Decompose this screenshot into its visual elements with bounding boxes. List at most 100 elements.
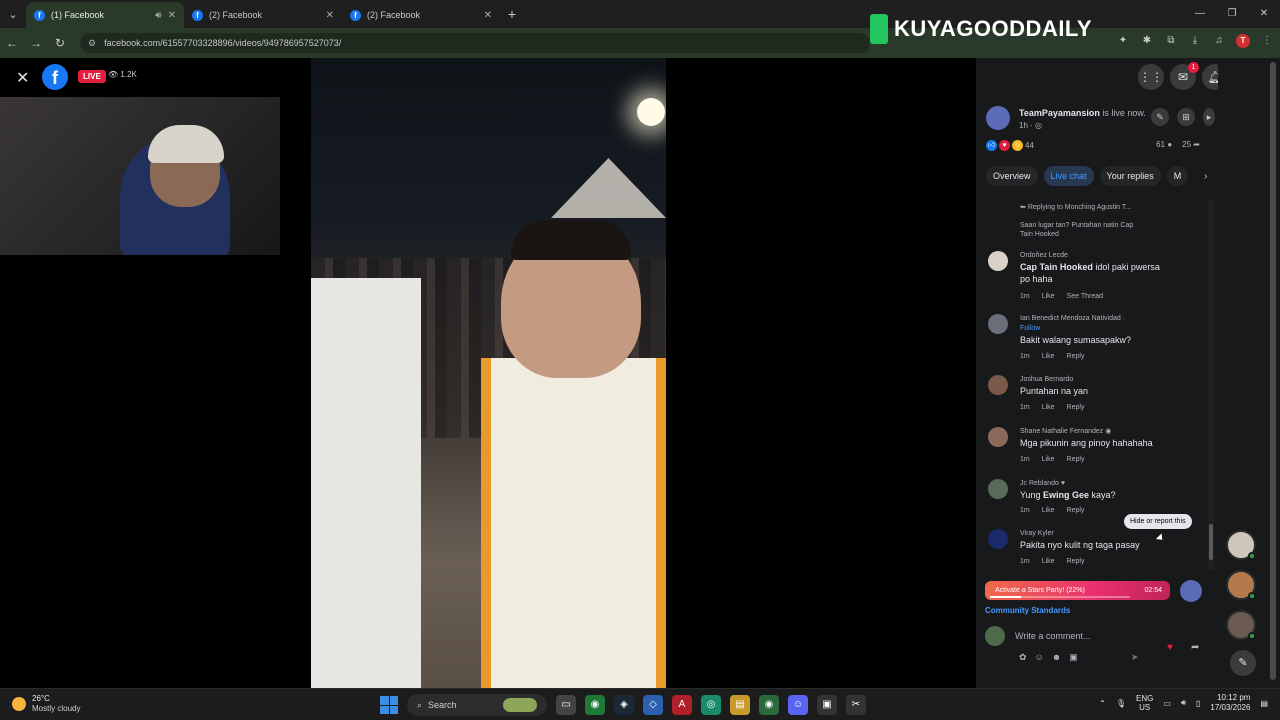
discord-icon[interactable]: ☺ <box>788 695 808 715</box>
commenter-name[interactable]: Viray Kyler <box>1020 530 1054 537</box>
contact-avatar[interactable] <box>1226 530 1256 560</box>
close-window-button[interactable]: ✕ <box>1248 0 1280 28</box>
app-icon[interactable]: ◎ <box>701 695 721 715</box>
commenter-name-text[interactable]: Shane Nathalie Fernandez <box>1020 428 1103 435</box>
commenter-name[interactable]: Ian Benedict Mendoza Natividad · <box>1020 315 1125 322</box>
taskbar-search[interactable]: ⌕ Search <box>407 694 547 716</box>
reply-link[interactable]: Reply <box>1067 507 1085 514</box>
close-icon[interactable]: ✕ <box>16 68 29 88</box>
file-explorer-icon[interactable]: ▤ <box>730 695 750 715</box>
close-tab-icon[interactable]: ✕ <box>168 10 176 21</box>
maximize-button[interactable]: ❐ <box>1216 0 1248 28</box>
comment-input[interactable]: Write a comment... <box>1015 626 1165 646</box>
commenter-name[interactable]: Joshua Bernardo <box>1020 376 1073 383</box>
browser-menu-icon[interactable]: ⋮ <box>1260 34 1274 48</box>
capcut-icon[interactable]: ✂ <box>846 695 866 715</box>
new-message-icon[interactable]: ✎ <box>1230 650 1256 676</box>
stars-heart-icon[interactable]: ♥ <box>1167 642 1173 653</box>
like-link[interactable]: Like <box>1042 507 1055 514</box>
send-icon[interactable]: ➤ <box>1131 652 1139 663</box>
clock[interactable]: 10:12 pm 17/03/2026 <box>1210 693 1250 713</box>
my-avatar[interactable] <box>985 626 1005 646</box>
reply-link[interactable]: Reply <box>1067 558 1085 565</box>
browser-tab-2[interactable]: f (2) Facebook ✕ <box>184 2 342 28</box>
new-tab-button[interactable]: + <box>500 6 524 22</box>
extensions-puzzle-icon[interactable]: ⧉ <box>1164 34 1178 48</box>
chrome-active-icon[interactable]: ◉ <box>759 695 779 715</box>
chevron-right-icon[interactable]: › <box>1204 171 1207 182</box>
commenter-name[interactable]: Ordoñez Lecde <box>1020 252 1068 259</box>
contact-avatar[interactable] <box>1226 610 1256 640</box>
store-icon[interactable]: ◇ <box>643 695 663 715</box>
app-icon[interactable]: A <box>672 695 692 715</box>
apps-menu-icon[interactable]: ⋮⋮ <box>1138 64 1164 90</box>
notification-center-icon[interactable]: ▤ <box>1260 699 1268 708</box>
speaker-icon[interactable]: 🔊︎ <box>155 10 161 21</box>
share-arrow-icon[interactable]: ➦ <box>1191 642 1199 653</box>
language-indicator[interactable]: ENG US <box>1136 694 1153 712</box>
stars-host-avatar[interactable] <box>1180 580 1202 602</box>
address-bar[interactable]: ⚙ facebook.com/61557703328896/videos/949… <box>80 33 870 53</box>
commenter-avatar[interactable] <box>988 529 1008 549</box>
see-thread-link[interactable]: See Thread <box>1067 293 1103 300</box>
weather-widget[interactable]: 26°C Mostly cloudy <box>12 694 80 713</box>
mention[interactable]: Ewing Gee <box>1043 490 1089 500</box>
reload-icon[interactable]: ↻ <box>48 36 72 50</box>
sticker-icon[interactable]: ▣ <box>1069 652 1078 663</box>
volume-icon[interactable]: 🔊︎ <box>1181 698 1186 708</box>
emoji-face-icon[interactable]: ☺ <box>1035 652 1044 663</box>
live-video[interactable] <box>311 58 666 688</box>
microphone-icon[interactable]: 🎙︎ <box>1116 699 1126 708</box>
tab-search-menu-icon[interactable]: ⌄ <box>0 0 26 28</box>
site-info-icon[interactable]: ⚙ <box>88 38 96 49</box>
like-link[interactable]: Like <box>1042 353 1055 360</box>
profile-avatar[interactable]: T <box>1236 34 1250 48</box>
task-view-icon[interactable]: ▭ <box>556 695 576 715</box>
page-scrollbar[interactable] <box>1270 62 1276 682</box>
windows-start-icon[interactable] <box>380 696 398 714</box>
battery-icon[interactable]: ▯ <box>1196 699 1200 708</box>
host-name[interactable]: TeamPayamansion <box>1019 108 1100 118</box>
reaction-summary[interactable]: 👍︎ ♥ ☺ 44 <box>986 140 1034 151</box>
steam-icon[interactable]: ◈ <box>614 695 634 715</box>
facebook-logo-icon[interactable]: f <box>42 64 68 90</box>
reply-link[interactable]: Reply <box>1067 404 1085 411</box>
network-icon[interactable]: ▭ <box>1163 699 1171 708</box>
like-link[interactable]: Like <box>1042 558 1055 565</box>
follow-link[interactable]: Follow <box>1020 324 1170 334</box>
chat-scrollbar[interactable] <box>1208 200 1214 570</box>
like-link[interactable]: Like <box>1042 456 1055 463</box>
commenter-avatar[interactable] <box>988 479 1008 499</box>
forward-icon[interactable]: → <box>24 36 48 50</box>
extension-icon[interactable]: ✱ <box>1140 34 1154 48</box>
mention[interactable]: Cap Tain Hooked <box>1020 262 1093 272</box>
host-avatar[interactable] <box>986 106 1010 130</box>
avatar-sticker-icon[interactable]: ✿ <box>1019 652 1027 663</box>
chrome-icon[interactable]: ◉ <box>585 695 605 715</box>
more-icon[interactable]: ▸ <box>1203 108 1215 126</box>
notifications-off-icon[interactable]: ✎ <box>1151 108 1169 126</box>
media-controls-icon[interactable]: ♫ <box>1212 34 1226 48</box>
browser-tab-3[interactable]: f (2) Facebook ✕ <box>342 2 500 28</box>
comment-count[interactable]: 61 ● <box>1156 140 1172 149</box>
browser-tab-1[interactable]: f (1) Facebook 🔊︎ ✕ <box>26 2 184 28</box>
app-icon[interactable]: ▣ <box>817 695 837 715</box>
reply-link[interactable]: Reply <box>1067 456 1085 463</box>
minimize-button[interactable]: — <box>1184 0 1216 28</box>
scrollbar-thumb[interactable] <box>1209 524 1213 560</box>
commenter-avatar[interactable] <box>988 375 1008 395</box>
tab-more[interactable]: M <box>1166 166 1189 186</box>
like-link[interactable]: Like <box>1042 293 1055 300</box>
emoji-icon[interactable]: ☻ <box>1052 652 1061 663</box>
tab-live-chat[interactable]: Live chat <box>1043 166 1094 186</box>
extension-icon[interactable]: ✦ <box>1116 34 1130 48</box>
contact-avatar[interactable] <box>1226 570 1256 600</box>
like-link[interactable]: Like <box>1042 404 1055 411</box>
scrollbar-thumb[interactable] <box>1270 62 1276 680</box>
reply-link[interactable]: Reply <box>1067 353 1085 360</box>
share-count[interactable]: 25 ➦ <box>1182 140 1200 149</box>
tab-your-replies[interactable]: Your replies <box>1099 166 1161 186</box>
commenter-avatar[interactable] <box>988 427 1008 447</box>
tray-chevron-icon[interactable]: ⌃ <box>1099 699 1106 708</box>
tab-overview[interactable]: Overview <box>986 166 1038 186</box>
